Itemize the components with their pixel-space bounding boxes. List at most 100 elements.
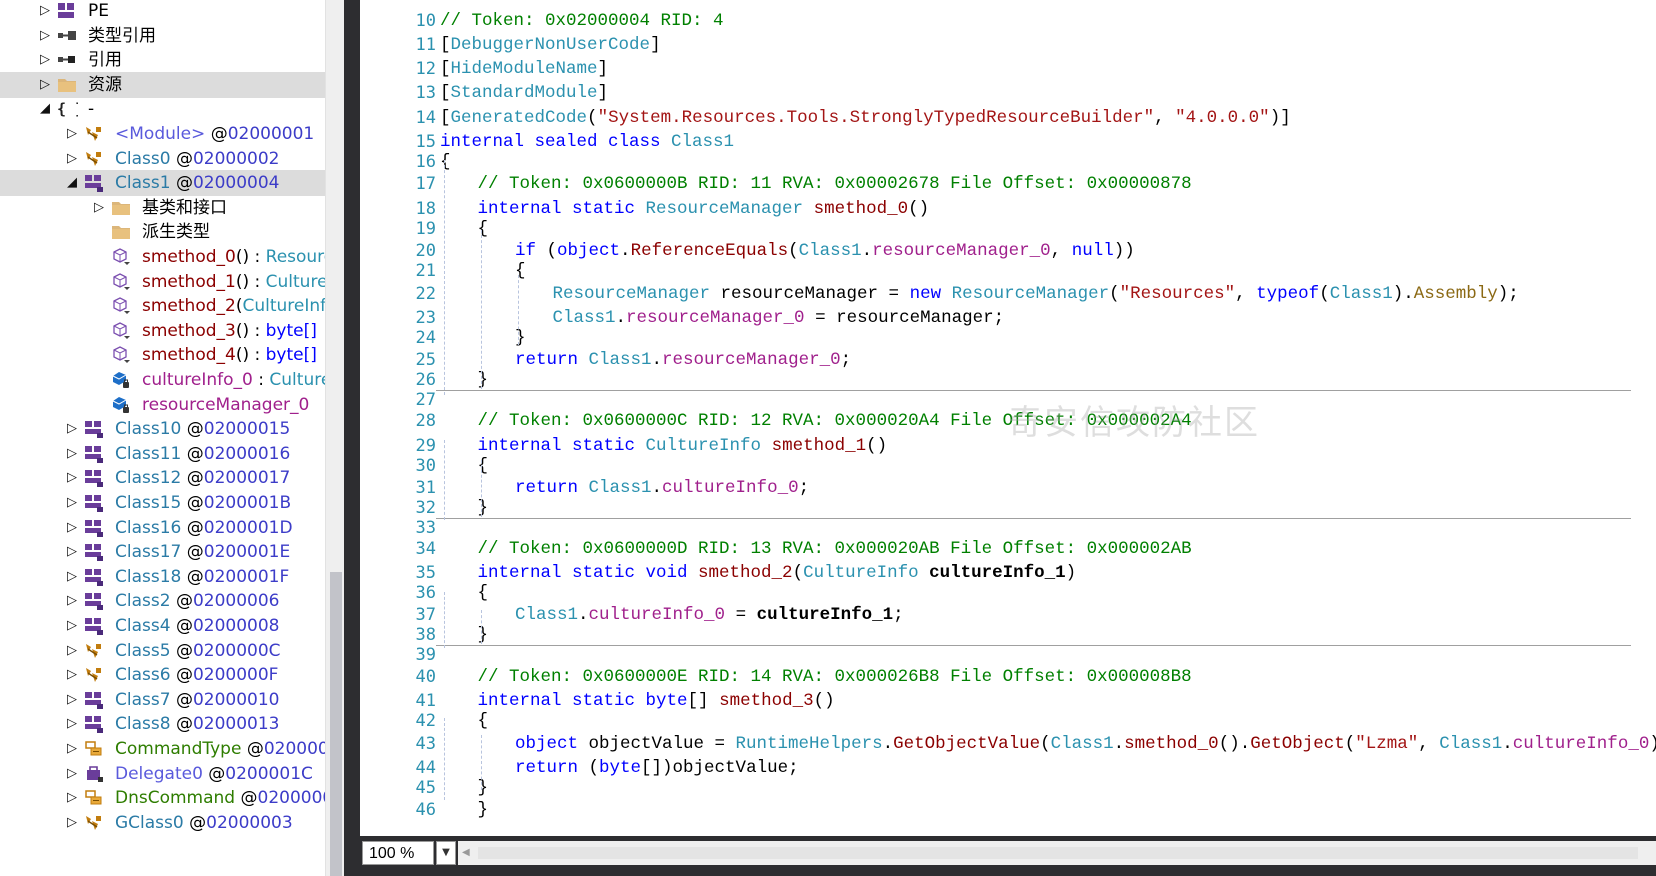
tree-scrollbar-thumb[interactable] xyxy=(330,572,342,876)
expand-arrow-icon[interactable]: ▷ xyxy=(65,736,79,762)
tree-item[interactable]: ▷ Class2 @02000006 xyxy=(0,588,325,614)
tree-item[interactable]: ▷ <Module> @02000001 xyxy=(0,121,325,147)
scroll-left-arrow-icon[interactable]: ◀ xyxy=(462,841,470,865)
code-token: cultureInfo_1 xyxy=(929,563,1066,583)
indent-guide xyxy=(518,275,519,345)
expand-arrow-icon[interactable]: ▷ xyxy=(65,711,79,737)
tree-item[interactable]: ▷ Class18 @0200001F xyxy=(0,564,325,590)
tree-item[interactable]: ▷ Class4 @02000008 xyxy=(0,613,325,639)
expand-arrow-icon[interactable]: ▷ xyxy=(38,23,52,49)
tree-item[interactable]: cultureInfo_0 : CultureInfo xyxy=(0,367,325,393)
expand-arrow-icon[interactable]: ▷ xyxy=(92,195,106,221)
code-line: 24} xyxy=(360,327,1656,349)
tree-item[interactable]: ▷ CommandType @02000007 xyxy=(0,736,325,762)
code-token: . xyxy=(615,308,627,328)
expand-arrow-icon[interactable]: ▷ xyxy=(65,465,79,491)
tree-item-label-part: 0200000F xyxy=(192,665,279,686)
tree-item[interactable]: ▷ Class12 @02000017 xyxy=(0,465,325,491)
tree-item[interactable]: ▷ PE xyxy=(0,0,325,24)
tree-item[interactable]: ▷ Class7 @02000010 xyxy=(0,687,325,713)
tree-item-label-part: 02000001 xyxy=(227,124,315,144)
tree-item[interactable]: 派生类型 xyxy=(0,219,325,245)
expand-arrow-icon[interactable]: ▷ xyxy=(65,490,79,516)
zoom-dropdown-arrow-icon[interactable]: ▼ xyxy=(436,841,456,865)
tree-item[interactable]: resourceManager_0 xyxy=(0,392,325,418)
horizontal-scrollbar-thumb[interactable] xyxy=(478,847,1638,859)
code-token: Class1 xyxy=(588,478,652,498)
tree-item[interactable]: smethod_4() : byte[] xyxy=(0,342,325,368)
tree-item-label-part: DnsCommand xyxy=(115,788,236,809)
expand-arrow-icon[interactable]: ▷ xyxy=(65,146,79,172)
tree-item[interactable]: smethod_0() : ResourceManager xyxy=(0,244,325,270)
code-line: 15 internal sealed class Class1 xyxy=(360,131,1656,153)
tree-item[interactable]: ▷ 资源 xyxy=(0,71,325,98)
line-number: 39 xyxy=(415,645,436,665)
tree-vertical-scrollbar[interactable] xyxy=(325,0,345,876)
expand-arrow-icon[interactable]: ▷ xyxy=(38,72,52,98)
code-token: , xyxy=(1418,734,1440,754)
tree-item[interactable]: ▷ Class11 @02000016 xyxy=(0,441,325,467)
tree-item-label: - xyxy=(88,96,94,122)
expand-arrow-icon[interactable]: ▷ xyxy=(65,638,79,664)
tree-item-label: Class17 @0200001E xyxy=(115,539,290,565)
expand-arrow-icon[interactable]: ▷ xyxy=(65,613,79,639)
code-text: } xyxy=(478,369,489,391)
tree-item[interactable]: ▷ 引用 xyxy=(0,47,325,73)
tree-item[interactable]: ▷ Class17 @0200001E xyxy=(0,539,325,565)
class-purple-icon xyxy=(83,542,105,562)
expand-arrow-icon[interactable]: ▷ xyxy=(38,0,52,24)
expand-arrow-icon[interactable]: ▷ xyxy=(65,810,79,836)
code-line: 25 return Class1.resourceManager_0; xyxy=(360,349,1656,371)
tree-item[interactable]: ▷ Class15 @0200001B xyxy=(0,490,325,516)
editor-horizontal-scrollbar[interactable]: ◀ xyxy=(458,841,1656,865)
tree-item[interactable]: ◢ { }- xyxy=(0,96,325,122)
tree-item-label-part: - xyxy=(88,99,95,120)
tree-item[interactable]: ▷ Class0 @02000002 xyxy=(0,146,325,172)
line-number: 10 xyxy=(415,11,436,31)
tree-item[interactable]: ◢ Class1 @02000004 xyxy=(0,170,325,197)
code-token: , xyxy=(1235,284,1257,304)
method-icon xyxy=(110,321,132,341)
tree-item-label-part: @ xyxy=(181,419,204,440)
tree-item[interactable]: smethod_2(CultureInfo) xyxy=(0,293,325,319)
expand-arrow-icon[interactable]: ▷ xyxy=(65,588,79,614)
expand-arrow-icon[interactable]: ▷ xyxy=(65,539,79,565)
panel-splitter[interactable] xyxy=(344,0,360,876)
code-text: // Token: 0x0600000E RID: 14 RVA: 0x0000… xyxy=(478,666,1192,688)
expand-arrow-icon[interactable]: ▷ xyxy=(65,564,79,590)
tree-item[interactable]: ▷ GClass0 @02000003 xyxy=(0,810,325,836)
zoom-level-input[interactable]: 100 % xyxy=(362,841,434,865)
tree-item[interactable]: ▷ Class8 @02000013 xyxy=(0,711,325,737)
collapse-arrow-icon[interactable]: ◢ xyxy=(65,170,79,196)
tree-item[interactable]: ▷ Class10 @02000015 xyxy=(0,416,325,442)
expand-arrow-icon[interactable]: ▷ xyxy=(38,47,52,73)
expand-arrow-icon[interactable]: ▷ xyxy=(65,416,79,442)
expand-arrow-icon[interactable]: ▷ xyxy=(65,441,79,467)
expand-arrow-icon[interactable]: ▷ xyxy=(65,662,79,688)
code-editor[interactable]: 10// Token: 0x02000004 RID: 4 11 [Debugger… xyxy=(360,0,1656,836)
class-orange-icon xyxy=(83,149,105,169)
tree-item[interactable]: smethod_3() : byte[] xyxy=(0,318,325,344)
namespace-icon: { } xyxy=(56,99,84,119)
class-purple-icon xyxy=(83,444,105,464)
tree-item[interactable]: ▷ DnsCommand @02000005 xyxy=(0,785,325,811)
code-text: internal static ResourceManager smethod_… xyxy=(478,198,930,220)
code-token: { xyxy=(477,219,489,239)
expand-arrow-icon[interactable]: ▷ xyxy=(65,687,79,713)
collapse-arrow-icon[interactable]: ◢ xyxy=(38,96,52,122)
tree-item[interactable]: ▷ Class16 @0200001D xyxy=(0,515,325,541)
expand-arrow-icon[interactable]: ▷ xyxy=(65,761,79,787)
tree-item[interactable]: ▷ Class6 @0200000F xyxy=(0,662,325,688)
code-text: ResourceManager resourceManager = new Re… xyxy=(553,283,1519,305)
expand-arrow-icon[interactable]: ▷ xyxy=(65,515,79,541)
tree-item[interactable]: ▷ Class5 @0200000C xyxy=(0,638,325,664)
tree-item-label: smethod_2(CultureInfo) xyxy=(142,293,325,319)
code-token: objectValue = xyxy=(588,734,736,754)
tree-item[interactable]: ▷ Delegate0 @0200001C xyxy=(0,761,325,787)
expand-arrow-icon[interactable]: ▷ xyxy=(65,785,79,811)
tree-item[interactable]: smethod_1() : CultureInfo xyxy=(0,269,325,295)
expand-arrow-icon[interactable]: ▷ xyxy=(65,121,79,147)
delegate-icon xyxy=(83,764,105,784)
tree-item[interactable]: ▷ 类型引用 xyxy=(0,23,325,49)
tree-item[interactable]: ▷ 基类和接口 xyxy=(0,195,325,221)
